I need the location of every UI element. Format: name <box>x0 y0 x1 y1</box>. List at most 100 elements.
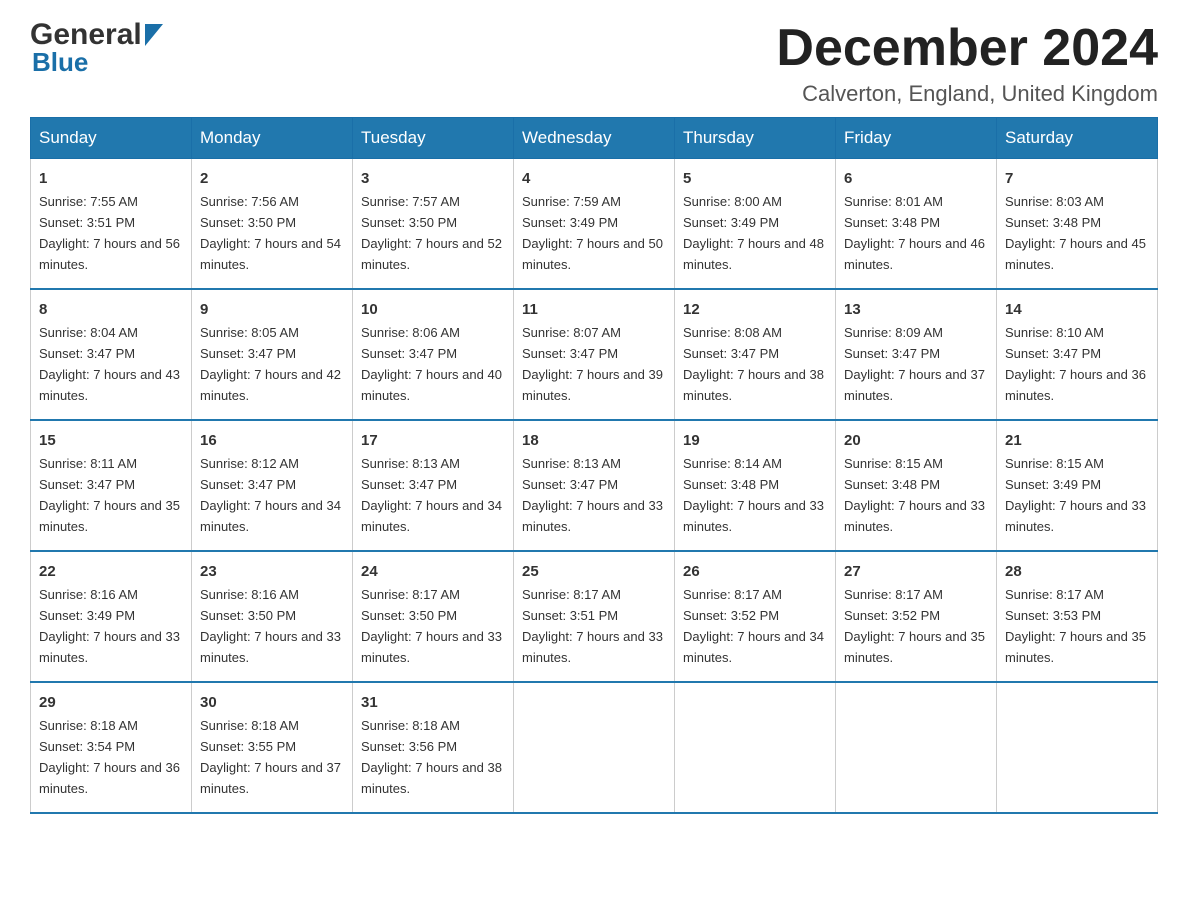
day-info: Sunrise: 8:09 AMSunset: 3:47 PMDaylight:… <box>844 325 985 403</box>
logo-general-text: General <box>30 20 142 50</box>
logo-area: General Blue <box>30 20 163 78</box>
day-number: 24 <box>361 560 505 583</box>
day-info: Sunrise: 8:08 AMSunset: 3:47 PMDaylight:… <box>683 325 824 403</box>
table-row: 9 Sunrise: 8:05 AMSunset: 3:47 PMDayligh… <box>192 289 353 420</box>
table-row: 11 Sunrise: 8:07 AMSunset: 3:47 PMDaylig… <box>514 289 675 420</box>
table-row: 12 Sunrise: 8:08 AMSunset: 3:47 PMDaylig… <box>675 289 836 420</box>
day-number: 20 <box>844 429 988 452</box>
day-info: Sunrise: 8:05 AMSunset: 3:47 PMDaylight:… <box>200 325 341 403</box>
table-row: 31 Sunrise: 8:18 AMSunset: 3:56 PMDaylig… <box>353 682 514 813</box>
day-info: Sunrise: 8:06 AMSunset: 3:47 PMDaylight:… <box>361 325 502 403</box>
day-number: 27 <box>844 560 988 583</box>
day-number: 13 <box>844 298 988 321</box>
header-saturday: Saturday <box>997 118 1158 159</box>
calendar-week-row: 1 Sunrise: 7:55 AMSunset: 3:51 PMDayligh… <box>31 159 1158 289</box>
table-row: 16 Sunrise: 8:12 AMSunset: 3:47 PMDaylig… <box>192 420 353 551</box>
table-row: 18 Sunrise: 8:13 AMSunset: 3:47 PMDaylig… <box>514 420 675 551</box>
day-info: Sunrise: 8:16 AMSunset: 3:49 PMDaylight:… <box>39 587 180 665</box>
day-number: 26 <box>683 560 827 583</box>
day-number: 3 <box>361 167 505 190</box>
table-row: 14 Sunrise: 8:10 AMSunset: 3:47 PMDaylig… <box>997 289 1158 420</box>
day-info: Sunrise: 8:17 AMSunset: 3:53 PMDaylight:… <box>1005 587 1146 665</box>
day-info: Sunrise: 8:11 AMSunset: 3:47 PMDaylight:… <box>39 456 180 534</box>
calendar-week-row: 8 Sunrise: 8:04 AMSunset: 3:47 PMDayligh… <box>31 289 1158 420</box>
logo-arrow-icon <box>145 24 163 51</box>
table-row: 8 Sunrise: 8:04 AMSunset: 3:47 PMDayligh… <box>31 289 192 420</box>
day-number: 15 <box>39 429 183 452</box>
page-header: General Blue December 2024 Calverton, En… <box>30 20 1158 107</box>
day-info: Sunrise: 8:15 AMSunset: 3:48 PMDaylight:… <box>844 456 985 534</box>
table-row: 20 Sunrise: 8:15 AMSunset: 3:48 PMDaylig… <box>836 420 997 551</box>
day-number: 10 <box>361 298 505 321</box>
day-number: 22 <box>39 560 183 583</box>
table-row: 6 Sunrise: 8:01 AMSunset: 3:48 PMDayligh… <box>836 159 997 289</box>
day-number: 16 <box>200 429 344 452</box>
header-monday: Monday <box>192 118 353 159</box>
day-info: Sunrise: 8:17 AMSunset: 3:52 PMDaylight:… <box>844 587 985 665</box>
day-number: 5 <box>683 167 827 190</box>
table-row: 2 Sunrise: 7:56 AMSunset: 3:50 PMDayligh… <box>192 159 353 289</box>
day-info: Sunrise: 8:18 AMSunset: 3:54 PMDaylight:… <box>39 718 180 796</box>
calendar-header-row: Sunday Monday Tuesday Wednesday Thursday… <box>31 118 1158 159</box>
table-row: 22 Sunrise: 8:16 AMSunset: 3:49 PMDaylig… <box>31 551 192 682</box>
table-row: 29 Sunrise: 8:18 AMSunset: 3:54 PMDaylig… <box>31 682 192 813</box>
day-info: Sunrise: 8:15 AMSunset: 3:49 PMDaylight:… <box>1005 456 1146 534</box>
header-tuesday: Tuesday <box>353 118 514 159</box>
table-row: 23 Sunrise: 8:16 AMSunset: 3:50 PMDaylig… <box>192 551 353 682</box>
day-number: 8 <box>39 298 183 321</box>
table-row <box>997 682 1158 813</box>
table-row: 19 Sunrise: 8:14 AMSunset: 3:48 PMDaylig… <box>675 420 836 551</box>
table-row: 7 Sunrise: 8:03 AMSunset: 3:48 PMDayligh… <box>997 159 1158 289</box>
table-row: 15 Sunrise: 8:11 AMSunset: 3:47 PMDaylig… <box>31 420 192 551</box>
table-row: 10 Sunrise: 8:06 AMSunset: 3:47 PMDaylig… <box>353 289 514 420</box>
day-number: 7 <box>1005 167 1149 190</box>
title-area: December 2024 Calverton, England, United… <box>776 20 1158 107</box>
day-info: Sunrise: 8:13 AMSunset: 3:47 PMDaylight:… <box>361 456 502 534</box>
header-wednesday: Wednesday <box>514 118 675 159</box>
table-row: 25 Sunrise: 8:17 AMSunset: 3:51 PMDaylig… <box>514 551 675 682</box>
month-title: December 2024 <box>776 20 1158 77</box>
day-number: 21 <box>1005 429 1149 452</box>
table-row: 30 Sunrise: 8:18 AMSunset: 3:55 PMDaylig… <box>192 682 353 813</box>
table-row <box>836 682 997 813</box>
day-number: 6 <box>844 167 988 190</box>
day-number: 25 <box>522 560 666 583</box>
day-number: 11 <box>522 298 666 321</box>
table-row: 4 Sunrise: 7:59 AMSunset: 3:49 PMDayligh… <box>514 159 675 289</box>
day-info: Sunrise: 8:16 AMSunset: 3:50 PMDaylight:… <box>200 587 341 665</box>
calendar-week-row: 22 Sunrise: 8:16 AMSunset: 3:49 PMDaylig… <box>31 551 1158 682</box>
day-info: Sunrise: 8:07 AMSunset: 3:47 PMDaylight:… <box>522 325 663 403</box>
header-friday: Friday <box>836 118 997 159</box>
day-info: Sunrise: 8:01 AMSunset: 3:48 PMDaylight:… <box>844 194 985 272</box>
location-subtitle: Calverton, England, United Kingdom <box>776 81 1158 107</box>
day-info: Sunrise: 8:14 AMSunset: 3:48 PMDaylight:… <box>683 456 824 534</box>
table-row: 24 Sunrise: 8:17 AMSunset: 3:50 PMDaylig… <box>353 551 514 682</box>
day-info: Sunrise: 8:03 AMSunset: 3:48 PMDaylight:… <box>1005 194 1146 272</box>
day-number: 12 <box>683 298 827 321</box>
day-info: Sunrise: 8:18 AMSunset: 3:55 PMDaylight:… <box>200 718 341 796</box>
day-info: Sunrise: 8:10 AMSunset: 3:47 PMDaylight:… <box>1005 325 1146 403</box>
table-row: 17 Sunrise: 8:13 AMSunset: 3:47 PMDaylig… <box>353 420 514 551</box>
day-info: Sunrise: 7:59 AMSunset: 3:49 PMDaylight:… <box>522 194 663 272</box>
day-info: Sunrise: 7:56 AMSunset: 3:50 PMDaylight:… <box>200 194 341 272</box>
header-thursday: Thursday <box>675 118 836 159</box>
day-info: Sunrise: 8:04 AMSunset: 3:47 PMDaylight:… <box>39 325 180 403</box>
day-number: 23 <box>200 560 344 583</box>
calendar-table: Sunday Monday Tuesday Wednesday Thursday… <box>30 117 1158 814</box>
day-number: 4 <box>522 167 666 190</box>
day-number: 18 <box>522 429 666 452</box>
table-row: 5 Sunrise: 8:00 AMSunset: 3:49 PMDayligh… <box>675 159 836 289</box>
day-info: Sunrise: 8:17 AMSunset: 3:52 PMDaylight:… <box>683 587 824 665</box>
header-sunday: Sunday <box>31 118 192 159</box>
day-number: 17 <box>361 429 505 452</box>
table-row: 1 Sunrise: 7:55 AMSunset: 3:51 PMDayligh… <box>31 159 192 289</box>
table-row: 26 Sunrise: 8:17 AMSunset: 3:52 PMDaylig… <box>675 551 836 682</box>
day-number: 14 <box>1005 298 1149 321</box>
day-info: Sunrise: 8:18 AMSunset: 3:56 PMDaylight:… <box>361 718 502 796</box>
day-number: 9 <box>200 298 344 321</box>
logo-blue-text: Blue <box>32 47 88 78</box>
day-info: Sunrise: 8:00 AMSunset: 3:49 PMDaylight:… <box>683 194 824 272</box>
day-number: 2 <box>200 167 344 190</box>
day-info: Sunrise: 7:55 AMSunset: 3:51 PMDaylight:… <box>39 194 180 272</box>
day-info: Sunrise: 8:12 AMSunset: 3:47 PMDaylight:… <box>200 456 341 534</box>
